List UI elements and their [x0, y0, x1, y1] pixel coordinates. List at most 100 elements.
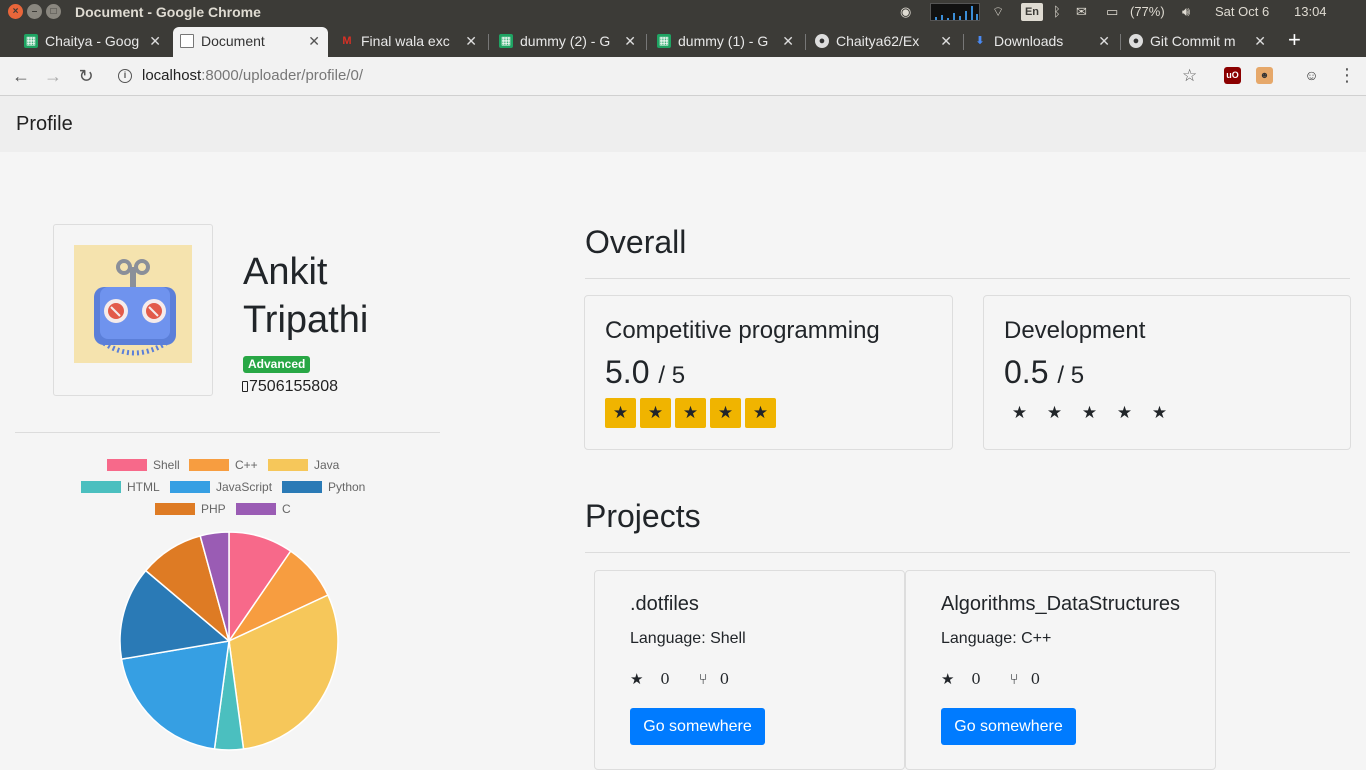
new-tab-button[interactable]: +: [1288, 28, 1301, 52]
github-icon: ●: [1129, 34, 1143, 48]
projects-heading: Projects: [585, 498, 701, 534]
star-rating: ★ ★ ★ ★ ★: [605, 398, 780, 428]
star-icon: ★: [1081, 403, 1098, 422]
navbar-brand[interactable]: Profile: [16, 113, 73, 136]
clock-label[interactable]: 13:04: [1294, 4, 1327, 19]
close-icon[interactable]: ✕: [940, 27, 952, 55]
legend-item-java[interactable]: Java: [268, 458, 339, 472]
sheets-icon: ▦: [499, 34, 513, 48]
project-language: Language: C++: [941, 630, 1052, 647]
address-bar[interactable]: i localhost:8000/uploader/profile/0/: [110, 61, 1210, 91]
star-icon: ★: [630, 670, 644, 688]
close-icon[interactable]: ✕: [1098, 27, 1110, 55]
overall-heading: Overall: [585, 224, 687, 260]
user-name: Ankit Tripathi: [243, 248, 368, 344]
download-icon: ⬇: [975, 35, 985, 47]
star-icon: ★: [941, 670, 955, 688]
score-card-competitive: Competitive programming 5.0 / 5 ★ ★ ★ ★ ★: [584, 295, 953, 450]
close-icon[interactable]: ✕: [782, 27, 794, 55]
sheets-icon: ▦: [24, 34, 38, 48]
tab-git-commit[interactable]: ● Git Commit m ✕: [1122, 27, 1274, 57]
mobile-phone-icon: [242, 381, 248, 392]
close-icon[interactable]: ✕: [308, 27, 320, 55]
tab-github-chaitya62[interactable]: ● Chaitya62/Ex ✕: [808, 27, 960, 57]
divider: [585, 552, 1350, 553]
extension-icon[interactable]: ☻: [1256, 67, 1273, 84]
legend-item-python[interactable]: Python: [282, 480, 365, 494]
score-value: 5.0 / 5: [605, 354, 686, 390]
project-language: Language: Shell: [630, 630, 746, 647]
tab-dummy-2[interactable]: ▦ dummy (2) - G ✕: [492, 27, 644, 57]
gmail-icon: M: [342, 35, 352, 47]
pie-slice-javascript[interactable]: [120, 640, 230, 750]
url-text[interactable]: localhost:8000/uploader/profile/0/: [142, 67, 363, 84]
info-icon[interactable]: i: [118, 69, 132, 83]
star-icon: ★: [675, 398, 706, 428]
go-somewhere-button[interactable]: Go somewhere: [941, 708, 1076, 745]
bookmark-star-icon[interactable]: ☆: [1182, 66, 1197, 86]
score-card-title: Competitive programming: [605, 317, 880, 344]
project-card: .dotfiles Language: Shell ★ 0 ⑂ 0 Go some…: [594, 570, 905, 770]
window-close-button[interactable]: ×: [8, 4, 23, 19]
divider: [15, 432, 440, 433]
tab-gmail[interactable]: M Final wala exc ✕: [333, 27, 485, 57]
user-last-name: Tripathi: [243, 299, 369, 341]
star-count: 0: [971, 670, 981, 688]
github-icon: ●: [815, 34, 829, 48]
legend-item-html[interactable]: HTML: [81, 480, 160, 494]
chrome-tray-icon[interactable]: ◉: [900, 4, 911, 20]
battery-percentage[interactable]: (77%): [1130, 4, 1165, 19]
legend-item-shell[interactable]: Shell: [107, 458, 180, 472]
avatar: [53, 224, 213, 396]
keyboard-layout-indicator[interactable]: En: [1021, 3, 1043, 21]
volume-icon[interactable]: 🔊︎: [1182, 4, 1190, 20]
project-name: .dotfiles: [630, 593, 699, 615]
system-monitor-graph[interactable]: [930, 3, 980, 21]
date-label[interactable]: Sat Oct 6: [1215, 4, 1269, 19]
divider: [585, 278, 1350, 279]
tab-downloads[interactable]: ⬇ Downloads ✕: [966, 27, 1118, 57]
star-icon: ★: [1116, 403, 1133, 422]
close-icon[interactable]: ✕: [465, 27, 477, 55]
star-icon: ★: [1151, 403, 1168, 422]
go-somewhere-button[interactable]: Go somewhere: [630, 708, 765, 745]
wifi-icon[interactable]: ⌔: [992, 4, 1004, 20]
star-count: 0: [660, 670, 670, 688]
star-icon: ★: [1046, 403, 1063, 422]
back-arrow-icon[interactable]: ←: [10, 65, 32, 87]
tab-document[interactable]: Document ✕: [173, 27, 328, 57]
bluetooth-icon[interactable]: ᛒ: [1053, 4, 1061, 19]
page-content: Profile Ankit Tripathi Advanced 75061558…: [0, 96, 1366, 770]
score-card-title: Development: [1004, 317, 1146, 344]
profile-avatar[interactable]: ☺: [1303, 67, 1320, 84]
star-icon: ★: [745, 398, 776, 428]
os-title-bar: × – □ Document - Google Chrome ◉ ⌔ En ᛒ …: [0, 0, 1366, 24]
project-stats: ★ 0 ⑂ 0: [941, 670, 1064, 688]
menu-dots-icon[interactable]: ⋮: [1338, 65, 1356, 86]
fork-count: 0: [1030, 670, 1041, 688]
score-card-development: Development 0.5 / 5 ★ ★ ★ ★ ★: [983, 295, 1351, 450]
tab-dummy-1[interactable]: ▦ dummy (1) - G ✕: [650, 27, 802, 57]
mail-icon[interactable]: ✉: [1076, 4, 1087, 20]
window-minimize-button[interactable]: –: [27, 4, 42, 19]
robot-avatar-image: [74, 245, 192, 363]
ublock-extension-icon[interactable]: uO: [1224, 67, 1241, 84]
legend-item-c[interactable]: C: [236, 502, 291, 516]
close-icon[interactable]: ✕: [624, 27, 636, 55]
project-stats: ★ 0 ⑂ 0: [630, 670, 753, 688]
project-name: Algorithms_DataStructures: [941, 593, 1180, 615]
tab-chaitya-sheet[interactable]: ▦ Chaitya - Goog ✕: [17, 27, 169, 57]
fork-count: 0: [719, 670, 730, 688]
reload-icon[interactable]: ↻: [75, 65, 97, 87]
forward-arrow-icon[interactable]: →: [42, 65, 64, 87]
close-icon[interactable]: ✕: [1254, 27, 1266, 55]
legend-item-php[interactable]: PHP: [155, 502, 226, 516]
phone-number: 7506155808: [242, 378, 338, 396]
legend-item-javascript[interactable]: JavaScript: [170, 480, 272, 494]
window-maximize-button[interactable]: □: [46, 4, 61, 19]
star-icon: ★: [605, 398, 636, 428]
legend-item-cpp[interactable]: C++: [189, 458, 258, 472]
browser-toolbar: ← → ↻ i localhost:8000/uploader/profile/…: [0, 57, 1366, 96]
battery-icon[interactable]: ▭: [1106, 4, 1118, 20]
close-icon[interactable]: ✕: [149, 27, 161, 55]
